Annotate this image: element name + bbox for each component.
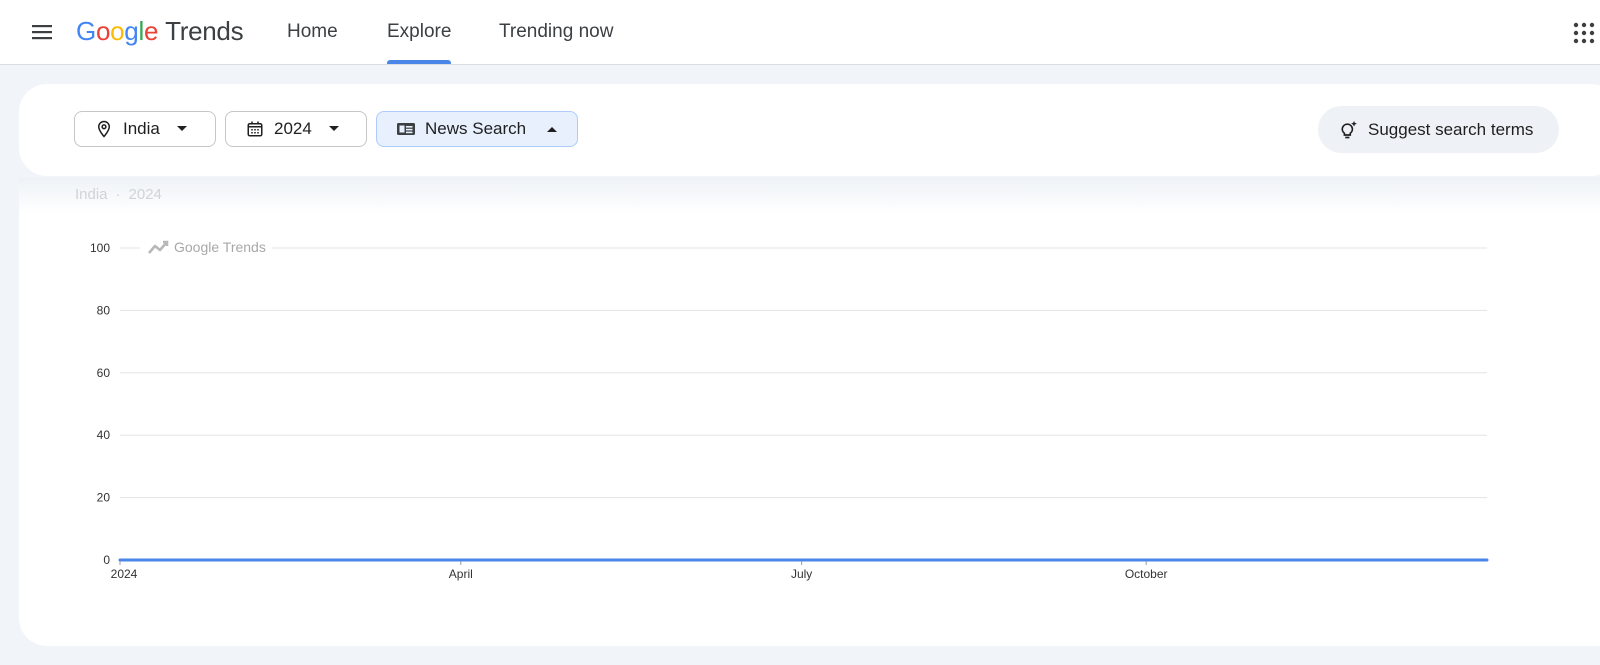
y-tick-label: 40: [97, 428, 111, 442]
y-tick-label: 20: [97, 491, 111, 505]
x-tick-label: October: [1125, 567, 1168, 581]
y-tick-label: 0: [103, 553, 110, 567]
chart-watermark: Google Trends: [174, 239, 266, 255]
interest-over-time-chart: 0 20 40 60 80 100 2024 April July October Google T…: [90, 236, 1489, 581]
x-tick-label: July: [791, 567, 812, 581]
y-tick-label: 100: [90, 241, 110, 255]
y-tick-label: 80: [97, 303, 111, 317]
y-tick-label: 60: [97, 366, 111, 380]
x-tick-label: 2024: [111, 567, 138, 581]
x-tick-label: April: [449, 567, 473, 581]
